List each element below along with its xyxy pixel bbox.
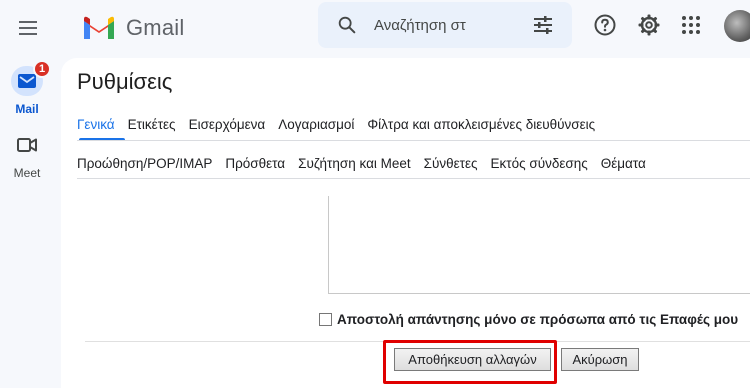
- video-camera-icon: [11, 130, 43, 160]
- rail-label-mail: Mail: [15, 102, 39, 116]
- search-input[interactable]: [374, 12, 514, 38]
- save-changes-button[interactable]: Αποθήκευση αλλαγών: [394, 348, 551, 371]
- cancel-button[interactable]: Ακύρωση: [561, 348, 639, 371]
- rail-label-meet: Meet: [13, 166, 41, 180]
- settings-tabs-row-1: Γενικά Ετικέτες Εισερχόμενα Λογαριασμοί …: [77, 117, 608, 139]
- tab-accounts[interactable]: Λογαριασμοί: [278, 117, 354, 139]
- tab-divider: [77, 178, 750, 179]
- tab-advanced[interactable]: Σύνθετες: [424, 156, 478, 178]
- tab-forwarding[interactable]: Προώθηση/POP/IMAP: [77, 156, 212, 178]
- gear-icon[interactable]: [637, 13, 661, 37]
- tab-addons[interactable]: Πρόσθετα: [225, 156, 285, 178]
- avatar[interactable]: [724, 10, 750, 42]
- tab-themes[interactable]: Θέματα: [601, 156, 646, 178]
- auto-reply-message-editor[interactable]: [328, 196, 750, 294]
- help-icon[interactable]: [593, 13, 617, 37]
- unread-badge: 1: [33, 60, 51, 78]
- rail-item-meet[interactable]: Meet: [0, 130, 54, 180]
- contacts-only-option: Αποστολή απάντησης μόνο σε πρόσωπα από τ…: [319, 312, 738, 327]
- page-title: Ρυθμίσεις: [77, 69, 173, 94]
- tab-labels[interactable]: Ετικέτες: [128, 117, 176, 139]
- mail-icon: 1: [11, 60, 51, 96]
- settings-panel: Ρυθμίσεις Γενικά Ετικέτες Εισερχόμενα Λο…: [61, 58, 750, 388]
- tab-divider: [77, 140, 750, 141]
- tab-general[interactable]: Γενικά: [77, 117, 115, 139]
- rail-item-mail[interactable]: 1 Mail: [0, 60, 54, 116]
- search-bar[interactable]: [318, 2, 572, 48]
- search-icon[interactable]: [336, 14, 358, 36]
- gmail-logo[interactable]: Gmail: [82, 14, 184, 42]
- app-name: Gmail: [126, 15, 185, 40]
- gmail-logo-icon: [84, 16, 114, 39]
- top-bar: Gmail: [0, 0, 750, 56]
- tab-chat-meet[interactable]: Συζήτηση και Meet: [298, 156, 411, 178]
- tune-icon[interactable]: [532, 15, 554, 35]
- apps-grid-icon[interactable]: [679, 13, 703, 37]
- tab-filters[interactable]: Φίλτρα και αποκλεισμένες διευθύνσεις: [367, 117, 595, 139]
- tab-inbox[interactable]: Εισερχόμενα: [189, 117, 266, 139]
- contacts-only-label: Αποστολή απάντησης μόνο σε πρόσωπα από τ…: [337, 312, 739, 327]
- contacts-only-checkbox[interactable]: [319, 313, 332, 326]
- settings-tabs-row-2: Προώθηση/POP/IMAP Πρόσθετα Συζήτηση και …: [77, 156, 659, 178]
- menu-icon[interactable]: [14, 14, 42, 42]
- tab-offline[interactable]: Εκτός σύνδεσης: [491, 156, 588, 178]
